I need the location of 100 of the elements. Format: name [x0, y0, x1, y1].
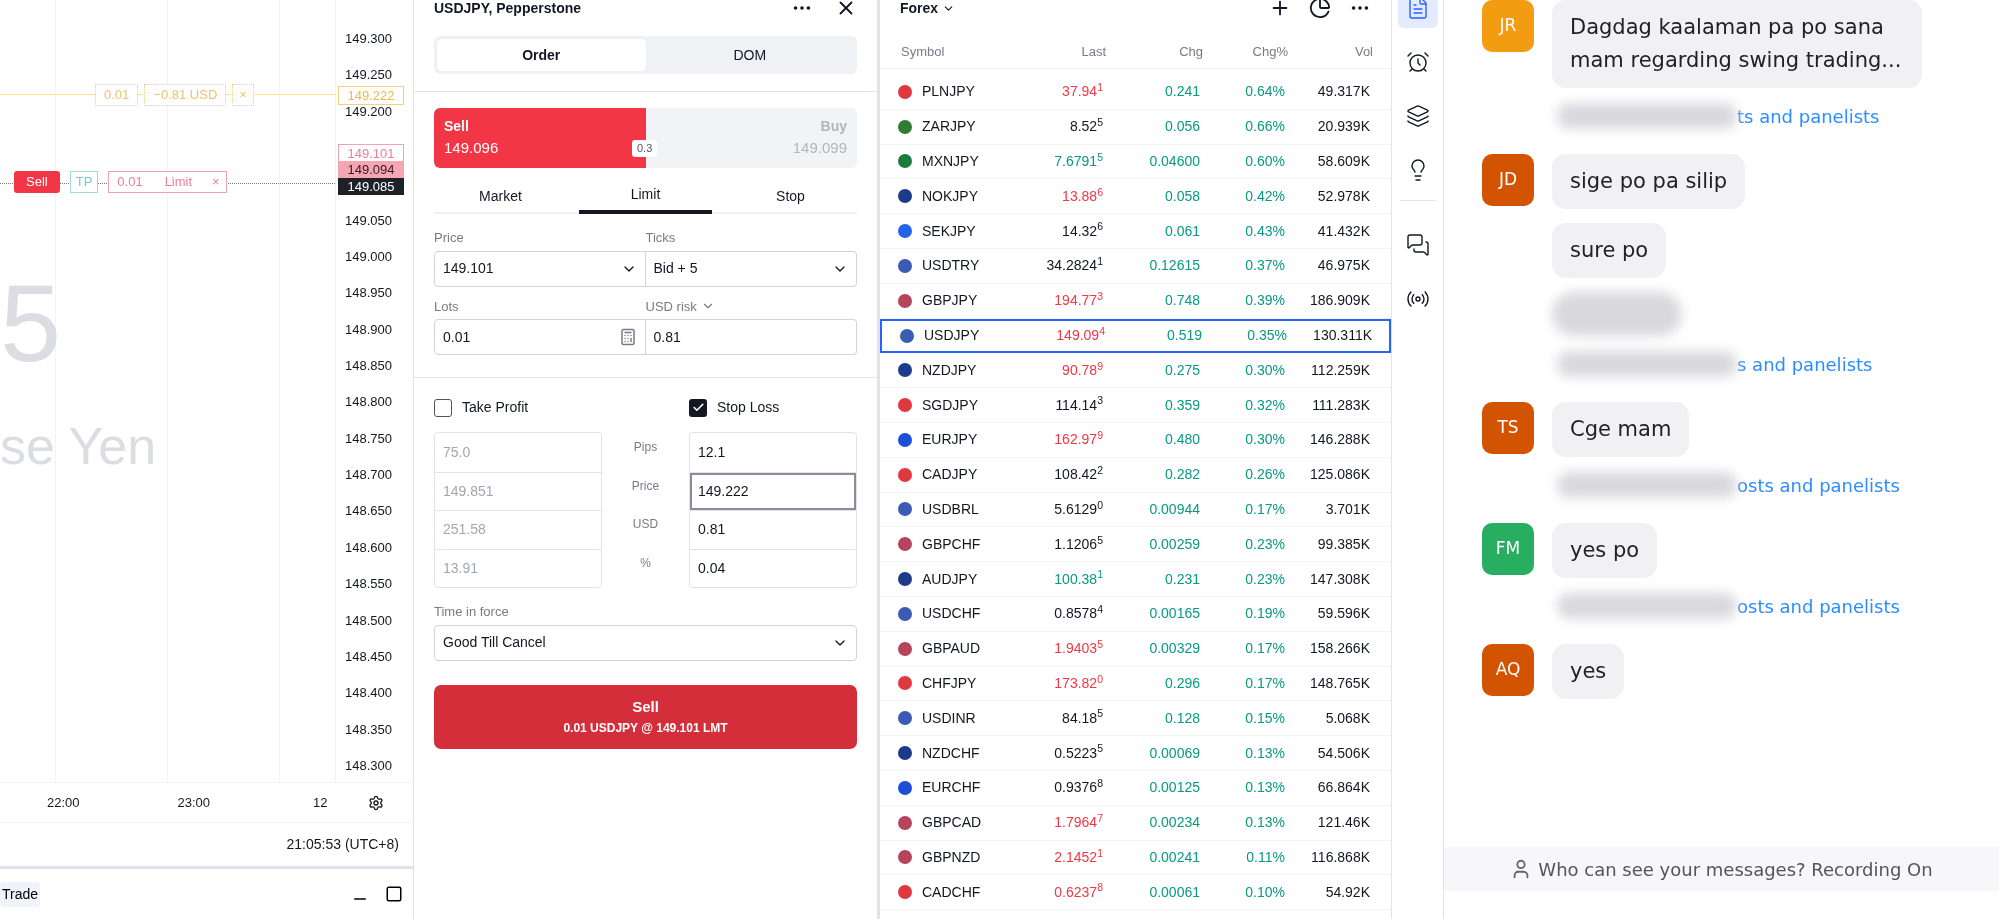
panel-title: USDJPY, Pepperstone	[434, 0, 582, 18]
watchlist-row[interactable]: GBPCHF 1.1206$^{5}$ 0.00259 0.23% 99.385K	[880, 527, 1391, 563]
last-price-cell-text: 0.9376$^{8}$	[1053, 777, 1103, 798]
watchlist-row[interactable]: PLNJPY 37.94$^{1}$ 0.241 0.64% 49.317K	[880, 75, 1391, 110]
change-cell-text: 0.12615	[1148, 256, 1200, 276]
order-type-tab[interactable]: Stop	[724, 178, 857, 214]
change-percent-cell-text: 0.42%	[1244, 186, 1285, 206]
column-header[interactable]: Symbol	[901, 41, 1041, 62]
change-percent-cell-text: 0.13%	[1244, 743, 1285, 763]
column-header[interactable]: Last	[1041, 41, 1106, 62]
watchlist-row[interactable]: NZDCHF 0.5223$^{5}$ 0.00069 0.13% 54.506K	[880, 736, 1391, 771]
input-field[interactable]: 12.1	[690, 433, 856, 472]
watchlist-row[interactable]: USDBRL 5.6129$^{0}$ 0.00944 0.17% 3.701K	[880, 492, 1391, 528]
checkbox[interactable]	[689, 398, 707, 417]
symbol-cell-text: USDINR	[922, 708, 976, 728]
change-cell-text: 0.056	[1163, 117, 1200, 137]
watchlist-row[interactable]: GBPAUD 1.9403$^{5}$ 0.00329 0.17% 158.266K	[880, 631, 1391, 667]
change-cell-text: 0.296	[1163, 673, 1200, 693]
watchlist-row[interactable]: NZDJPY 90.78$^{9}$ 0.275 0.30% 112.259K	[880, 353, 1391, 389]
symbol-cell-text: CADJPY	[922, 465, 978, 485]
message-bubble: sige po pa silip	[1552, 154, 1746, 209]
input-field[interactable]: 0.81	[690, 510, 856, 549]
risk-field[interactable]: 0.81	[645, 319, 857, 355]
calculator-icon[interactable]	[618, 328, 637, 346]
watchlist-row[interactable]: CHFJPY 173.82$^{0}$ 0.296 0.17% 148.765K	[880, 666, 1391, 702]
panel-tab[interactable]: DOM	[645, 39, 854, 71]
last-price-cell-text: 0.6237$^{8}$	[1053, 881, 1103, 902]
price-axis-label: 148.500	[345, 611, 392, 630]
change-percent-cell-text: 0.13%	[1244, 778, 1285, 798]
price-axis-label: 148.300	[345, 756, 392, 775]
settings-icon[interactable]	[367, 794, 384, 811]
sell-button[interactable]: Sell 0.01 USDJPY @ 149.101 LMT	[434, 684, 857, 749]
panel-tab[interactable]: Order	[437, 39, 646, 71]
order-type-tab[interactable]: Limit	[579, 178, 712, 214]
price-axis-label: 149.300	[345, 30, 392, 48]
trade-tab[interactable]: Trade	[0, 881, 41, 907]
watchlist-row[interactable]: CADJPY 108.42$^{2}$ 0.282 0.26% 125.086K	[880, 457, 1391, 493]
watchlist-row[interactable]: EURJPY 162.97$^{9}$ 0.480 0.30% 146.288K	[880, 422, 1391, 458]
watchlist-row[interactable]: SGDJPY 114.14$^{3}$ 0.359 0.32% 111.283K	[880, 388, 1391, 423]
last-price-cell-text: 1.1206$^{5}$	[1053, 533, 1103, 554]
pie-chart-icon[interactable]	[1309, 0, 1331, 19]
field-label: Price	[434, 229, 465, 247]
watchlist-row[interactable]: MXNJPY 7.6791$^{5}$ 0.04600 0.60% 58.609K	[880, 144, 1391, 180]
watchlist-title[interactable]: Forex	[900, 0, 939, 19]
last-price-cell-text: 5.6129$^{0}$	[1053, 498, 1103, 519]
checkbox[interactable]	[434, 398, 452, 417]
price-axis-label: 149.000	[345, 248, 392, 267]
field-label: USD risk	[645, 297, 697, 316]
change-cell-text: 0.231	[1163, 569, 1200, 589]
lots-field[interactable]: 0.01	[434, 319, 646, 355]
watchlist-row[interactable]: USDCHF 0.8578$^{4}$ 0.00165 0.19% 59.596K	[880, 596, 1391, 632]
checkbox-label: Take Profit	[462, 398, 529, 417]
column-header[interactable]: Chg%	[1203, 41, 1288, 62]
volume-cell-text: 147.308K	[1309, 569, 1370, 589]
last-price-cell-text: 194.77$^{3}$	[1053, 290, 1103, 311]
order-pnl-label: −0.81 USD	[144, 84, 227, 106]
symbol-cell-text: CADCHF	[922, 882, 981, 902]
symbol-cell-text: MXNJPY	[922, 152, 979, 171]
maximize-icon[interactable]	[385, 885, 403, 903]
change-cell-text: 0.241	[1163, 82, 1200, 102]
change-cell-text: 0.00069	[1148, 743, 1200, 763]
watchlist-row[interactable]: USDJPY 149.09$^{4}$ 0.519 0.35% 130.311K	[880, 318, 1391, 354]
watchlist-row[interactable]: USDTRY 34.2824$^{1}$ 0.12615 0.37% 46.975K	[880, 249, 1391, 284]
price-select[interactable]: 149.101	[434, 250, 646, 287]
change-cell-text: 0.748	[1163, 291, 1200, 311]
change-percent-cell-text: 0.17%	[1244, 673, 1285, 693]
time-in-force-select[interactable]: Good Till Cancel	[434, 624, 857, 661]
watchlist-row[interactable]: GBPNZD 2.1452$^{1}$ 0.00241 0.11% 116.868K	[880, 840, 1391, 876]
watchlist-row[interactable]: GBPJPY 194.77$^{3}$ 0.748 0.39% 186.909K	[880, 283, 1391, 319]
watchlist-row[interactable]: ZARJPY 8.52$^{5}$ 0.056 0.66% 20.939K	[880, 109, 1391, 145]
input-field[interactable]: 149.222	[690, 471, 856, 510]
input-field[interactable]: 0.04	[690, 548, 856, 587]
price-axis-label: 149.050	[345, 211, 392, 230]
change-cell-text: 0.00165	[1148, 604, 1200, 624]
symbol-cell-text: USDTRY	[922, 256, 980, 276]
order-type-tab[interactable]: Market	[434, 178, 567, 214]
watchlist-row[interactable]: CADCHF 0.6237$^{8}$ 0.00061 0.10% 54.92K	[880, 875, 1391, 911]
price-axis-label: 148.600	[345, 538, 392, 557]
watchlist-row[interactable]: EURCHF 0.9376$^{8}$ 0.00125 0.13% 66.864K	[880, 770, 1391, 806]
privacy-note: Who can see your messages? Recording On	[1538, 857, 1933, 882]
column-header[interactable]: Vol	[1288, 41, 1373, 62]
watchlist-row[interactable]: NOKJPY 13.88$^{6}$ 0.058 0.42% 52.978K	[880, 179, 1391, 215]
avatar: FM	[1482, 523, 1534, 575]
price-axis-label: 148.750	[345, 429, 392, 448]
last-price-cell-text: 173.82$^{0}$	[1053, 672, 1103, 693]
watchlist-row[interactable]: GBPCAD 1.7964$^{7}$ 0.00234 0.13% 121.46K	[880, 805, 1391, 841]
last-price-cell-text: 100.38$^{1}$	[1053, 568, 1103, 589]
watchlist-row[interactable]: AUDJPY 100.38$^{1}$ 0.231 0.23% 147.308K	[880, 562, 1391, 597]
time-axis-label: 23:00	[177, 793, 211, 812]
change-percent-cell-text: 0.60%	[1244, 152, 1285, 171]
ticks-select[interactable]: Bid + 5	[645, 250, 857, 287]
column-header[interactable]: Chg	[1106, 41, 1203, 62]
watchlist-row[interactable]: USDINR 84.18$^{5}$ 0.128 0.15% 5.068K	[880, 701, 1391, 737]
position-lots-label: 0.01	[116, 173, 144, 191]
watchlist-row[interactable]: SEKJPY 14.32$^{6}$ 0.061 0.43% 41.432K	[880, 214, 1391, 249]
change-cell-text: 0.00061	[1148, 882, 1200, 902]
price-axis-label: 148.800	[345, 393, 392, 412]
field-label: Ticks	[645, 229, 677, 247]
volume-cell-text: 158.266K	[1309, 639, 1370, 659]
symbol-cell-text: EURJPY	[922, 430, 978, 450]
